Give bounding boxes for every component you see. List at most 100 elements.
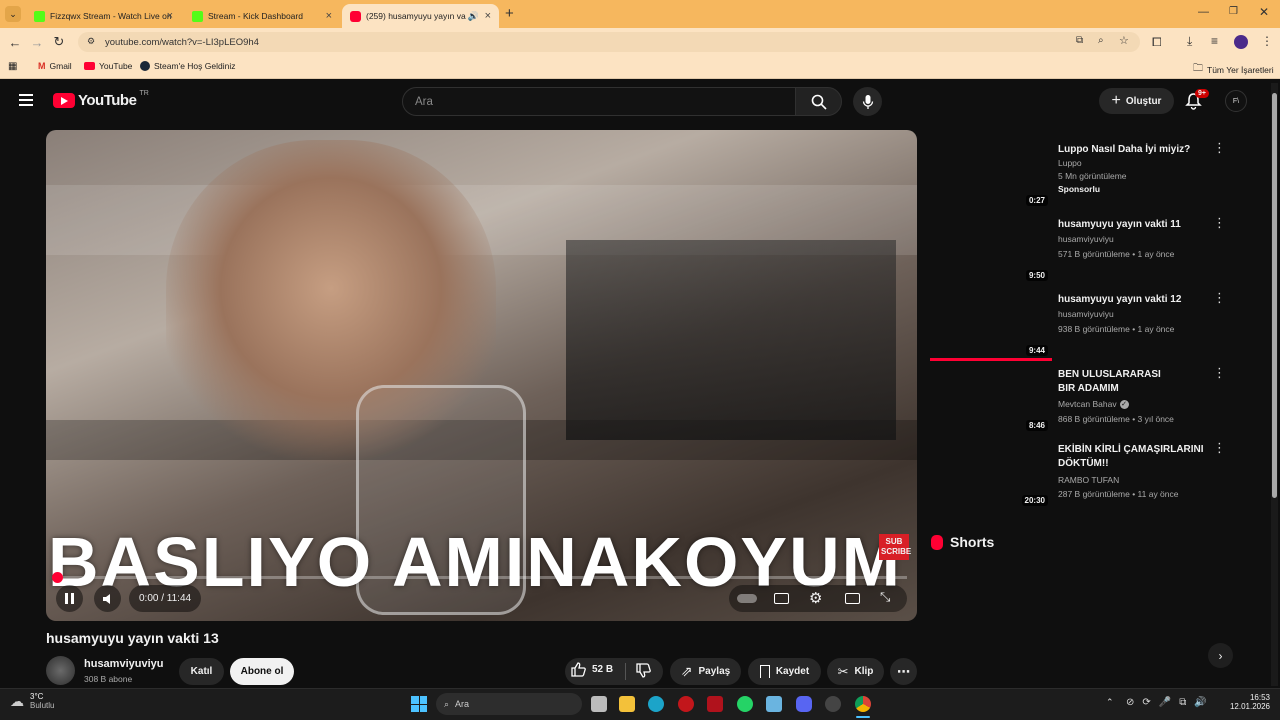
app-icon[interactable]	[766, 696, 782, 712]
app-icon[interactable]	[678, 696, 694, 712]
recommendation-item[interactable]: 9:50 husamyuyu yayın vakti 11 husamviyuv…	[930, 216, 1260, 288]
close-window-icon[interactable]: ✕	[1259, 5, 1269, 19]
tray-icons[interactable]: ⊘⟳🎤⧉🔊	[1126, 697, 1215, 708]
all-bookmarks[interactable]: 🗀 Tüm Yer İşaretleri	[1193, 61, 1274, 78]
profile-avatar[interactable]	[1234, 35, 1248, 49]
chrome-menu-icon[interactable]: ⋮	[1261, 34, 1273, 48]
kebab-menu-icon[interactable]: ⋮	[1213, 366, 1226, 379]
close-tab-icon[interactable]: ×	[167, 10, 173, 22]
media-control-icon[interactable]: ≡	[1211, 34, 1218, 48]
cast-icon[interactable]: ⧉	[1076, 35, 1083, 46]
bookmark-gmail[interactable]: M Gmail	[38, 61, 72, 71]
taskbar-search-placeholder: Ara	[455, 699, 470, 709]
like-button[interactable]: 52 B	[571, 662, 613, 677]
reload-icon[interactable]: ↻	[48, 31, 70, 53]
taskbar-search[interactable]: ⌕ Ara	[436, 693, 582, 715]
tab-youtube[interactable]: (259) husamyuyu yayın vakti 🔊 ×	[342, 4, 499, 28]
kebab-menu-icon[interactable]: ⋮	[1213, 216, 1226, 229]
tab-kick-dashboard[interactable]: Stream - Kick Dashboard ×	[184, 4, 340, 28]
cloud-icon: ☁	[10, 692, 24, 709]
app-icon[interactable]	[825, 696, 841, 712]
close-tab-icon[interactable]: ×	[326, 10, 332, 22]
back-icon[interactable]: ←	[4, 31, 26, 53]
edge-icon[interactable]	[648, 696, 664, 712]
chrome-icon[interactable]	[855, 696, 871, 712]
search-input[interactable]: Ara	[402, 87, 796, 116]
voice-search-button[interactable]	[853, 87, 882, 116]
task-view-icon[interactable]	[591, 696, 607, 712]
app-icon[interactable]	[707, 696, 723, 712]
subscribe-watermark[interactable]: SUB SCRIBE	[879, 534, 911, 560]
start-button[interactable]	[411, 696, 427, 712]
volume-button[interactable]	[94, 585, 121, 612]
scrollbar-thumb[interactable]	[1272, 93, 1277, 498]
file-explorer-icon[interactable]	[619, 696, 635, 712]
kebab-menu-icon[interactable]: ⋮	[1213, 291, 1226, 304]
youtube-logo[interactable]: YouTube TR	[53, 90, 149, 109]
tab-search-button[interactable]: ⌄	[5, 6, 21, 22]
recommendation-item[interactable]: 20:30 EKİBİN KİRLİ ÇAMAŞIRLARINI DÖKTÜM!…	[930, 441, 1260, 513]
kebab-menu-icon[interactable]: ⋮	[1213, 141, 1226, 154]
thumbs-up-icon	[571, 662, 586, 677]
subtitles-icon[interactable]	[774, 593, 789, 604]
tab-label: Fizzqwx Stream - Watch Live on	[50, 11, 172, 21]
theater-mode-icon[interactable]	[845, 593, 860, 604]
zoom-icon[interactable]: ⌕	[1098, 35, 1104, 46]
tray-overflow-icon[interactable]: ⌃	[1106, 697, 1114, 708]
settings-gear-icon[interactable]: ⚙	[809, 589, 822, 607]
bookmark-star-icon[interactable]: ☆	[1119, 34, 1129, 47]
recommendation-item[interactable]: 9:44 husamyuyu yayın vakti 12 husamviyuv…	[930, 291, 1260, 363]
minimize-window-icon[interactable]: —	[1198, 6, 1209, 18]
pause-button[interactable]	[56, 585, 83, 612]
restore-window-icon[interactable]: ❐	[1229, 6, 1238, 17]
discord-icon[interactable]	[796, 696, 812, 712]
notifications-button[interactable]: 9+	[1185, 89, 1209, 112]
progress-scrubber[interactable]	[52, 572, 63, 583]
join-button[interactable]: Katıl	[179, 658, 224, 685]
new-tab-button[interactable]: +	[505, 5, 514, 22]
video-player[interactable]: BASLIYO AMINAKOYUM SUB SCRIBE 0:00 / 11:…	[46, 130, 917, 621]
tab-fizzqwx[interactable]: Fizzqwx Stream - Watch Live on ×	[26, 4, 181, 28]
close-tab-icon[interactable]: ×	[485, 10, 491, 22]
channel-avatar[interactable]	[46, 656, 75, 685]
kebab-menu-icon[interactable]: ⋮	[1213, 441, 1226, 454]
extensions-icon[interactable]: ⧠	[1152, 35, 1162, 50]
subscribe-button[interactable]: Abone ol	[230, 658, 294, 685]
clip-button[interactable]: ✂ Klip	[827, 658, 884, 685]
next-shorts-button[interactable]: ›	[1208, 643, 1233, 668]
clip-label: Klip	[854, 666, 874, 677]
fullscreen-icon[interactable]: ⤡	[880, 589, 890, 605]
recommendation-item[interactable]: 8:46 BEN ULUSLARARASI BIR ADAMIM Mevtcan…	[930, 366, 1260, 438]
progress-bar[interactable]	[52, 572, 907, 583]
subscriber-count: 308 B abone	[84, 674, 133, 684]
search-button[interactable]	[795, 87, 842, 116]
save-button[interactable]: Kaydet	[748, 658, 821, 685]
whatsapp-icon[interactable]	[737, 696, 753, 712]
page-scrollbar[interactable]	[1271, 83, 1278, 686]
weather-widget[interactable]: ☁ 3°C Bulutlu	[10, 692, 54, 710]
join-label: Katıl	[190, 666, 213, 677]
create-label: Oluştur	[1125, 95, 1162, 107]
recommendation-item[interactable]: 0:27 Luppo Nasıl Daha İyi miyiz? Luppo 5…	[930, 141, 1260, 213]
account-avatar[interactable]: F\	[1225, 90, 1247, 112]
download-icon[interactable]: ⤓	[1187, 34, 1192, 49]
address-bar[interactable]: ⚙ youtube.com/watch?v=-LI3pLEO9h4 ⧉ ⌕ ☆	[78, 32, 1140, 52]
apps-icon[interactable]: ▦	[8, 61, 17, 72]
dislike-button[interactable]	[636, 663, 651, 683]
autoplay-toggle[interactable]	[737, 594, 757, 603]
hamburger-menu-icon[interactable]	[19, 94, 33, 106]
site-info-icon[interactable]: ⚙	[87, 36, 95, 47]
channel-name[interactable]: husamviyuviyu	[84, 658, 163, 670]
more-actions-button[interactable]: ⋯	[890, 658, 917, 685]
folder-icon: 🗀	[1193, 63, 1203, 74]
forward-icon[interactable]: →	[26, 31, 48, 53]
clock[interactable]: 16:53 12.01.2026	[1226, 693, 1270, 711]
recommendation-views: 571 B görüntüleme • 1 ay önce	[1058, 249, 1175, 259]
search-icon: ⌕	[444, 698, 450, 709]
bookmark-youtube[interactable]: YouTube	[84, 61, 132, 71]
bookmark-steam[interactable]: Steam'e Hoş Geldiniz	[140, 61, 235, 71]
create-button[interactable]: + Oluştur	[1099, 88, 1174, 114]
weather-temp: 3°C	[30, 692, 44, 701]
share-button[interactable]: ⇗ Paylaş	[670, 658, 741, 685]
audio-playing-icon[interactable]: 🔊	[468, 11, 479, 22]
